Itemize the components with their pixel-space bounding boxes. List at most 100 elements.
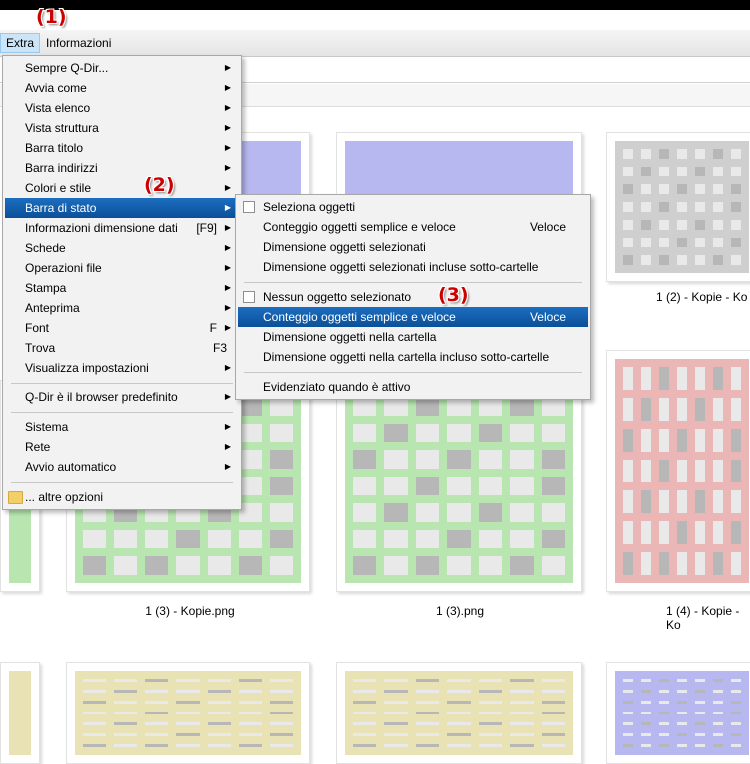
thumbnail-image — [9, 671, 31, 755]
thumbnail[interactable] — [606, 662, 750, 764]
submenu-item-dimensione-selezionati[interactable]: Dimensione oggetti selezionati — [238, 237, 588, 257]
thumbnail-cell — [623, 490, 633, 514]
thumbnail-cell — [510, 476, 534, 496]
thumbnail-cell — [659, 490, 669, 514]
thumbnail-cell — [677, 689, 687, 693]
thumbnail-cell — [713, 149, 723, 159]
thumbnail-cell — [384, 689, 408, 693]
barra-di-stato-submenu: Seleziona oggetti Conteggio oggetti semp… — [235, 194, 591, 400]
submenu-arrow-icon: ▶ — [224, 323, 231, 332]
thumbnail-cell — [384, 722, 408, 726]
thumbnail-cell — [695, 744, 705, 747]
thumbnail-cell — [623, 689, 633, 693]
submenu-item-dimensione-selezionati-sottocartelle[interactable]: Dimensione oggetti selezionati incluse s… — [238, 257, 588, 277]
menu-extra[interactable]: Extra — [0, 33, 41, 53]
thumbnail-cell — [541, 689, 565, 693]
thumbnail-cell — [510, 733, 534, 737]
menu-item-operazioni-file[interactable]: Operazioni file ▶ — [5, 258, 239, 278]
thumbnail-cell — [695, 428, 705, 452]
menu-item-rete[interactable]: Rete ▶ — [5, 437, 239, 457]
thumbnail-cell — [541, 744, 565, 747]
file-caption[interactable]: 1 (2) - Kopie - Ko — [656, 290, 750, 304]
submenu-item-conteggio-selezionati[interactable]: Conteggio oggetti semplice e veloce Veloc… — [238, 217, 588, 237]
menu-item-font[interactable]: Font F ▶ — [5, 318, 239, 338]
thumbnail-cell — [510, 744, 534, 747]
thumbnail-cell — [731, 722, 741, 726]
annotation-3: (3) — [438, 284, 469, 306]
thumbnail-cell — [415, 722, 440, 726]
thumbnail-cell — [478, 679, 503, 682]
menu-item-anteprima[interactable]: Anteprima ▶ — [5, 298, 239, 318]
menu-item-informazioni-dimensione-dati[interactable]: Informazioni dimensione dati [F9] ▶ — [5, 218, 239, 238]
menu-item-trova[interactable]: Trova F3 — [5, 338, 239, 358]
thumbnail[interactable] — [0, 662, 40, 764]
thumbnail-cell — [731, 202, 741, 212]
thumbnail-cell — [731, 255, 741, 265]
thumbnail-cell — [145, 744, 169, 747]
thumbnail-cell — [695, 459, 705, 483]
submenu-item-seleziona-oggetti[interactable]: Seleziona oggetti — [238, 197, 588, 217]
submenu-item-dimensione-cartella-sottocartelle[interactable]: Dimensione oggetti nella cartella inclus… — [238, 347, 588, 367]
submenu-arrow-icon: ▶ — [224, 203, 231, 212]
thumbnail-cell — [659, 219, 669, 230]
menu-item-vista-struttura[interactable]: Vista struttura ▶ — [5, 118, 239, 138]
menu-item-label: Dimensione oggetti selezionati incluse s… — [263, 260, 539, 274]
thumbnail-cell — [695, 700, 705, 704]
menu-item-barra-indirizzi[interactable]: Barra indirizzi ▶ — [5, 158, 239, 178]
thumbnail-cell — [114, 722, 138, 726]
thumbnail-cell — [269, 722, 293, 726]
thumbnail-cell — [510, 689, 534, 693]
thumbnail-cell — [695, 219, 705, 230]
menu-bar: Extra Informazioni — [0, 30, 750, 57]
menu-informazioni[interactable]: Informazioni — [41, 34, 116, 52]
thumbnail[interactable] — [336, 380, 582, 592]
menu-item-avvio-automatico[interactable]: Avvio automatico ▶ — [5, 457, 239, 477]
thumbnail[interactable] — [336, 662, 582, 764]
thumbnail[interactable] — [66, 662, 310, 764]
submenu-item-nessun-oggetto[interactable]: Nessun oggetto selezionato — [238, 287, 588, 307]
menu-item-schede[interactable]: Schede ▶ — [5, 238, 239, 258]
thumbnail[interactable] — [606, 132, 750, 282]
submenu-item-conteggio-cartella[interactable]: Conteggio oggetti semplice e veloce Veloc… — [238, 307, 588, 327]
annotation-1: (1) — [36, 6, 67, 28]
menu-item-browser-predefinito[interactable]: Q-Dir è il browser predefinito ▶ — [5, 387, 239, 407]
menu-item-altre-opzioni[interactable]: ... altre opzioni — [5, 487, 239, 507]
submenu-arrow-icon: ▶ — [224, 63, 231, 72]
menu-item-avvia-come[interactable]: Avvia come ▶ — [5, 78, 239, 98]
menu-item-visualizza-impostazioni[interactable]: Visualizza impostazioni ▶ — [5, 358, 239, 378]
thumbnail-cell — [478, 529, 503, 549]
file-caption[interactable]: 1 (3).png — [340, 604, 580, 618]
file-caption[interactable]: 1 (3) - Kopie.png — [70, 604, 310, 618]
thumbnail[interactable] — [606, 350, 750, 592]
menu-item-colori-stile[interactable]: Colori e stile ▶ — [5, 178, 239, 198]
thumbnail-cell — [713, 733, 723, 737]
thumbnail-cell — [145, 733, 169, 737]
menu-item-stampa[interactable]: Stampa ▶ — [5, 278, 239, 298]
submenu-item-dimensione-cartella[interactable]: Dimensione oggetti nella cartella — [238, 327, 588, 347]
thumbnail-cell — [541, 529, 565, 549]
thumbnail-cell — [447, 679, 471, 682]
submenu-item-evidenziato[interactable]: Evidenziato quando è attivo — [238, 377, 588, 397]
menu-item-sistema[interactable]: Sistema ▶ — [5, 417, 239, 437]
thumbnail-cell — [713, 689, 723, 693]
thumbnail-cell — [677, 744, 687, 747]
file-caption[interactable]: 1 (4) - Kopie - Ko — [666, 604, 750, 632]
menu-item-barra-titolo[interactable]: Barra titolo ▶ — [5, 138, 239, 158]
thumbnail-cell — [207, 711, 231, 715]
thumbnail-cell — [623, 744, 633, 747]
thumbnail-cell — [415, 450, 440, 469]
thumbnail-cell — [207, 744, 231, 747]
menu-item-barra-di-stato[interactable]: Barra di stato ▶ — [5, 198, 239, 218]
thumbnail-cell — [269, 733, 293, 737]
thumbnail-cell — [415, 529, 440, 549]
menu-item-sempre-qdir[interactable]: Sempre Q-Dir... ▶ — [5, 58, 239, 78]
thumbnail-image — [75, 671, 301, 755]
thumbnail-cell — [713, 219, 723, 230]
thumbnail-cell — [659, 733, 669, 737]
thumbnail-cell — [269, 700, 293, 704]
menu-item-vista-elenco[interactable]: Vista elenco ▶ — [5, 98, 239, 118]
thumbnail-cell — [238, 423, 262, 443]
thumbnail-cell — [238, 529, 262, 549]
thumbnail-cell — [677, 733, 687, 737]
thumbnail-cell — [238, 733, 262, 737]
